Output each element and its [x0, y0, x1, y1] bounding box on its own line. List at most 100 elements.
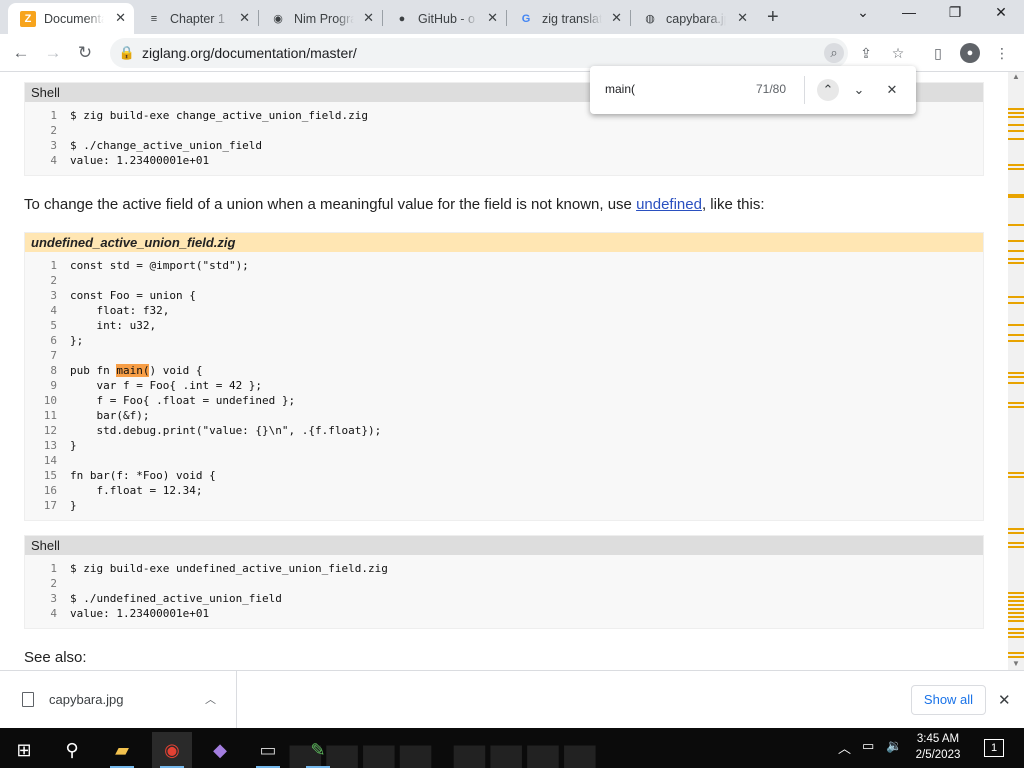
scroll-match-marker: [1008, 628, 1024, 630]
download-item[interactable]: capybara.jpg ︿: [0, 671, 237, 729]
code-text: f.float = 12.34;: [70, 484, 203, 497]
scroll-up-arrow-icon[interactable]: ▲: [1012, 72, 1020, 81]
scroll-down-arrow-icon[interactable]: ▼: [1012, 659, 1020, 668]
line-number: 1: [50, 259, 57, 272]
address-bar[interactable]: 🔒 ziglang.org/documentation/master/ ⌕: [110, 38, 848, 68]
code-line: 2: [25, 123, 983, 138]
tab-close-icon[interactable]: ✕: [239, 11, 250, 25]
scroll-match-marker: [1008, 612, 1024, 614]
downloads-close-icon[interactable]: ✕: [998, 691, 1011, 709]
clock[interactable]: 3:45 AM 2/5/2023: [908, 731, 968, 763]
reload-icon[interactable]: ↻: [74, 42, 96, 64]
tab-close-icon[interactable]: ✕: [487, 11, 498, 25]
lock-icon[interactable]: 🔒: [117, 43, 137, 63]
clock-time: 3:45 AM: [916, 733, 960, 745]
scroll-match-marker: [1008, 472, 1024, 474]
tab-close-icon[interactable]: ✕: [363, 11, 374, 25]
windows-start-icon[interactable]: ⊞: [4, 732, 44, 768]
tab-close-icon[interactable]: ✕: [115, 11, 126, 25]
line-number: 1: [50, 109, 57, 122]
chevron-up-icon[interactable]: ︿: [205, 691, 216, 707]
code-line: 7: [25, 348, 983, 363]
vertical-scrollbar[interactable]: ▲ ▼: [1008, 72, 1024, 670]
line-number: 2: [50, 124, 57, 137]
line-number: 3: [50, 592, 57, 605]
line-number: 5: [50, 319, 57, 332]
tab-close-icon[interactable]: ✕: [737, 11, 748, 25]
undefined-link[interactable]: undefined: [636, 196, 702, 213]
scroll-match-marker: [1008, 528, 1024, 530]
code-sample-box: undefined_active_union_field.zig 1 const …: [24, 232, 984, 521]
scroll-match-marker: [1008, 196, 1024, 198]
terminal-icon[interactable]: ▭: [248, 732, 288, 768]
line-number: 10: [43, 394, 57, 407]
clock-date: 2/5/2023: [915, 749, 961, 761]
scroll-match-marker: [1008, 112, 1024, 114]
volume-icon[interactable]: 🔉: [886, 738, 902, 754]
tab-title: Nim Progra: [294, 11, 354, 26]
minimize-icon[interactable]: —: [897, 4, 921, 20]
scroll-match-marker: [1008, 596, 1024, 598]
menu-kebab-icon[interactable]: ⋮: [992, 43, 1012, 63]
scroll-match-marker: [1008, 124, 1024, 126]
see-also-heading: See also:: [24, 649, 87, 666]
code-text: }: [70, 439, 77, 452]
code-text: $ zig build-exe undefined_active_union_f…: [70, 562, 388, 575]
scroll-match-marker: [1008, 542, 1024, 544]
find-close-icon[interactable]: ✕: [881, 79, 903, 101]
visual-studio-icon[interactable]: ◆: [200, 732, 240, 768]
show-hidden-icons-icon[interactable]: ︿: [838, 738, 851, 757]
find-previous-chevron-up-icon[interactable]: ⌃: [817, 79, 839, 101]
side-panel-icon[interactable]: ▯: [928, 43, 948, 63]
code-text: const Foo = union {: [70, 289, 196, 302]
show-all-button[interactable]: Show all: [911, 685, 986, 715]
zig-code: 1 const std = @import("std"); 2 3 const Foo …: [25, 252, 983, 513]
code-line: 14: [25, 453, 983, 468]
tab-chapter-1[interactable]: ≡ Chapter 1 - ✕: [134, 3, 258, 34]
network-icon[interactable]: ▭: [862, 738, 874, 754]
code-line: 1 $ zig build-exe undefined_active_union_…: [25, 561, 983, 576]
line-number: 11: [43, 409, 57, 422]
tab-capybara[interactable]: ◍ capybara.jp ✕: [630, 3, 756, 34]
scroll-match-marker: [1008, 224, 1024, 226]
code-line: 2: [25, 273, 983, 288]
forward-arrow-icon[interactable]: →: [42, 42, 64, 64]
tab-documentation[interactable]: Z Documenta ✕: [8, 3, 134, 34]
find-next-chevron-down-icon[interactable]: ⌄: [848, 79, 870, 101]
tab-github[interactable]: ● GitHub - o ✕: [382, 3, 506, 34]
new-tab-plus-icon[interactable]: +: [767, 7, 779, 27]
bookmark-star-icon[interactable]: ☆: [888, 43, 908, 63]
file-explorer-icon[interactable]: ▰: [102, 732, 142, 768]
lens-search-icon[interactable]: ⌕: [824, 43, 844, 63]
url-text[interactable]: ziglang.org/documentation/master/: [142, 45, 357, 61]
code-line: 6};: [25, 333, 983, 348]
search-icon[interactable]: ⚲: [52, 732, 92, 768]
notification-center-icon[interactable]: 1: [984, 739, 1004, 757]
line-number: 4: [50, 304, 57, 317]
scroll-match-marker: [1008, 376, 1024, 378]
tab-zig-translate[interactable]: G zig translat ✕: [506, 3, 630, 34]
scroll-match-marker: [1008, 476, 1024, 478]
share-icon[interactable]: ⇪: [856, 43, 876, 63]
line-number: 14: [43, 454, 57, 467]
tab-close-icon[interactable]: ✕: [611, 11, 622, 25]
notepad-icon[interactable]: ✎: [298, 732, 338, 768]
chrome-icon[interactable]: ◉: [152, 732, 192, 768]
profile-avatar-icon[interactable]: ●: [960, 43, 980, 63]
code-line: 12 std.debug.print("value: {}\n", .{f.fl…: [25, 423, 983, 438]
tab-search-chevron-icon[interactable]: ⌄: [851, 4, 875, 21]
find-input[interactable]: main(: [605, 82, 635, 96]
close-window-icon[interactable]: ✕: [989, 4, 1013, 21]
google-icon: G: [521, 12, 531, 25]
tab-nim-programming[interactable]: ◉ Nim Progra ✕: [258, 3, 382, 34]
tab-title: GitHub - o: [418, 11, 475, 26]
restore-icon[interactable]: ❐: [943, 4, 967, 21]
download-filename[interactable]: capybara.jpg: [49, 692, 123, 707]
nim-crown-icon: ◉: [273, 13, 283, 25]
code-line: 4 value: 1.23400001e+01: [25, 153, 983, 168]
code-file-header: undefined_active_union_field.zig: [25, 233, 983, 252]
back-arrow-icon[interactable]: ←: [10, 42, 32, 64]
page-content: Shell 1 $ zig build-exe change_active_uni…: [0, 72, 1008, 670]
scroll-match-marker: [1008, 546, 1024, 548]
line-number: 16: [43, 484, 57, 497]
